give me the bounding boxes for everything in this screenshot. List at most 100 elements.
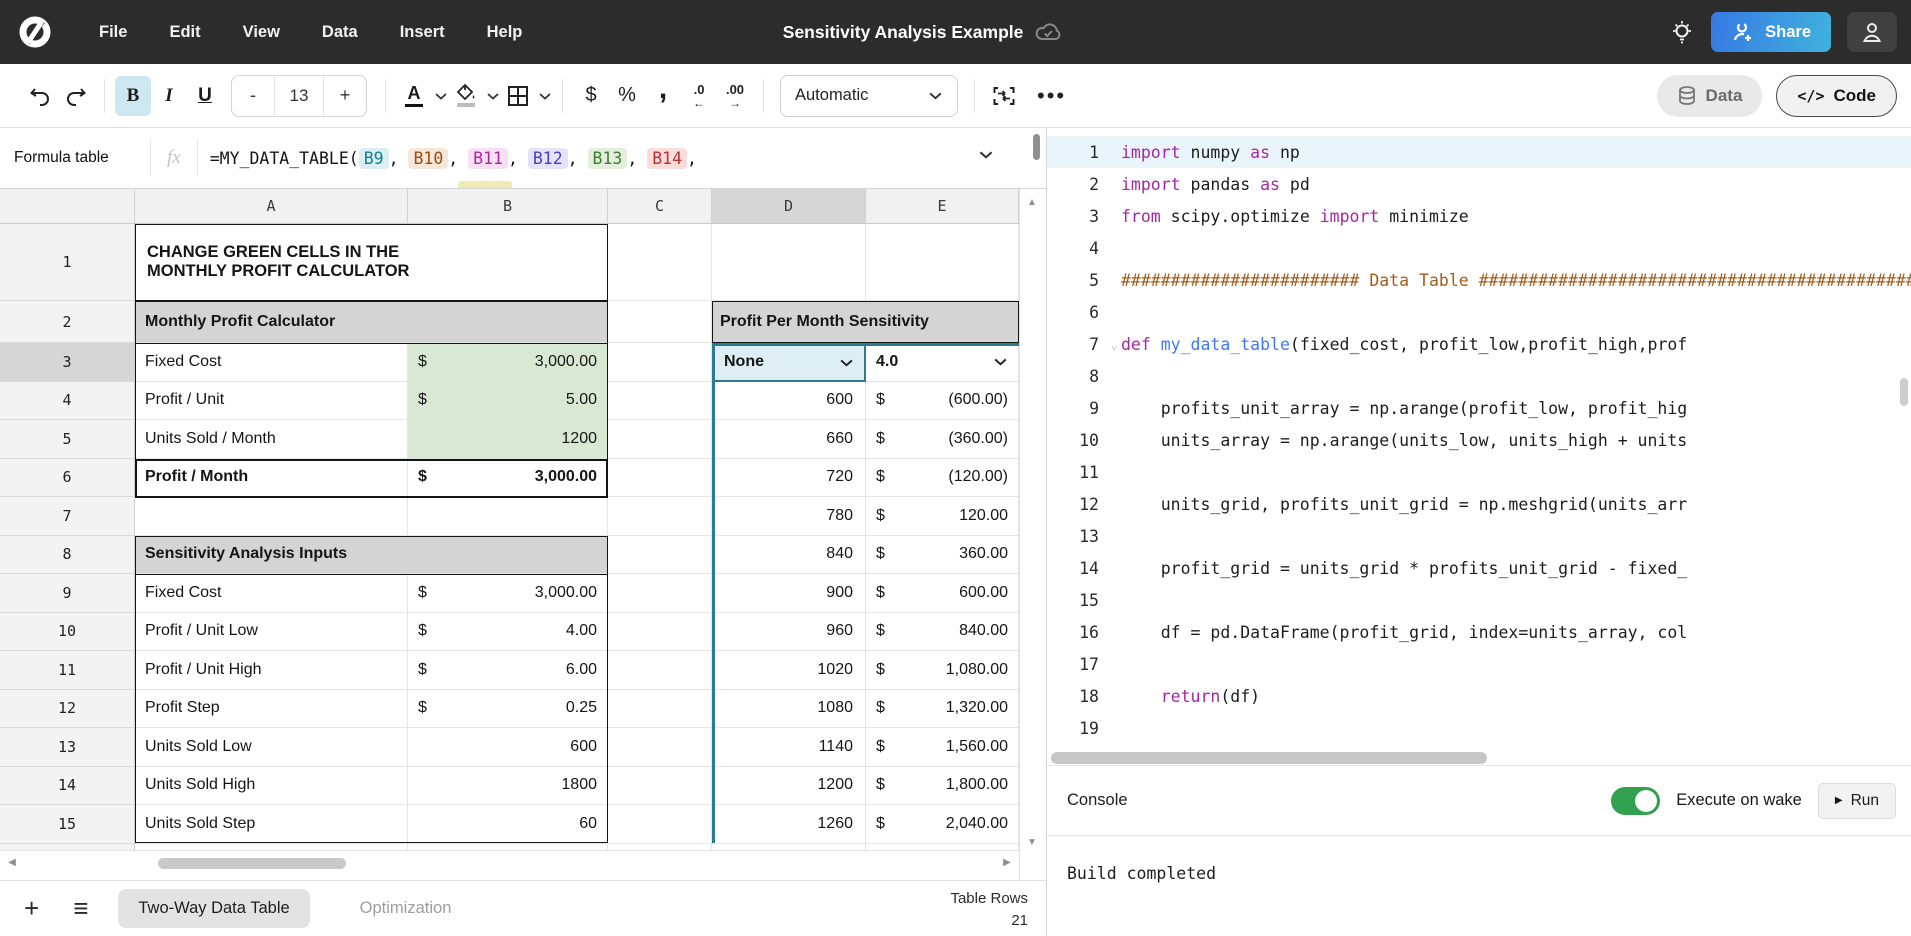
code-line[interactable]: 19 (1047, 712, 1911, 744)
redo-button[interactable] (58, 76, 94, 116)
scroll-up-icon[interactable]: ▲ (1027, 197, 1037, 208)
row-header[interactable]: 15 (0, 805, 135, 844)
code-line[interactable]: 16 df = pd.DataFrame(profit_grid, index=… (1047, 616, 1911, 648)
cell-units-value[interactable]: 660 (712, 420, 866, 459)
cell-value[interactable]: $3,000.00 (408, 574, 608, 613)
share-button[interactable]: Share (1711, 12, 1831, 52)
column-header-a[interactable]: A (135, 189, 408, 224)
cell-value[interactable]: $4.00 (408, 613, 608, 652)
sheet-tab-two-way-data-table[interactable]: Two-Way Data Table (118, 889, 309, 928)
run-button[interactable]: ▶ Run (1818, 783, 1896, 819)
cell-reference-chip[interactable]: B9 (359, 148, 389, 169)
cell-units-value[interactable]: 840 (712, 536, 866, 575)
cell-label[interactable]: Fixed Cost (135, 343, 408, 382)
cell-label[interactable]: Units Sold High (135, 767, 408, 806)
currency-format-button[interactable]: $ (573, 76, 609, 116)
row-header[interactable]: 1 (0, 224, 135, 301)
cell-value[interactable]: $3,000.00 (408, 343, 608, 382)
font-size-value[interactable]: 13 (274, 76, 324, 116)
cell-reference-chip[interactable]: B11 (468, 148, 508, 169)
font-size-decrease[interactable]: - (232, 76, 274, 116)
column-header-b[interactable]: B (408, 189, 608, 224)
cell[interactable] (608, 459, 712, 498)
row-header[interactable]: 8 (0, 536, 135, 575)
cell-profit-value[interactable]: $1,800.00 (866, 767, 1019, 806)
cell-units-value[interactable]: 600 (712, 382, 866, 421)
code-line[interactable]: 10 units_array = np.arange(units_low, un… (1047, 424, 1911, 456)
cell[interactable] (608, 613, 712, 652)
underline-button[interactable]: U (187, 76, 223, 116)
font-size-increase[interactable]: + (324, 76, 366, 116)
account-button[interactable] (1847, 12, 1897, 52)
row-header[interactable]: 9 (0, 574, 135, 613)
cell[interactable] (608, 767, 712, 806)
cell-value[interactable]: 1800 (408, 767, 608, 806)
comma-format-button[interactable]: , (645, 76, 681, 116)
cell-value[interactable] (408, 497, 608, 536)
code-line[interactable]: 6 (1047, 296, 1911, 328)
code-line[interactable]: 7˅def my_data_table(fixed_cost, profit_l… (1047, 328, 1911, 360)
cell[interactable] (866, 224, 1019, 301)
row-header[interactable]: 2 (0, 301, 135, 343)
cell-units-value[interactable]: 1260 (712, 805, 866, 844)
cell-units-value[interactable]: 1200 (712, 767, 866, 806)
cell-profit-value[interactable]: $360.00 (866, 536, 1019, 575)
cell-units-value[interactable]: 1140 (712, 728, 866, 767)
cell-profit-value[interactable]: $1,320.00 (866, 690, 1019, 729)
cell-value[interactable]: $0.25 (408, 690, 608, 729)
bold-button[interactable]: B (115, 76, 151, 116)
cell-units-value[interactable]: 1020 (712, 651, 866, 690)
cell-label[interactable]: Fixed Cost (135, 574, 408, 613)
cell[interactable] (608, 536, 712, 575)
fold-chevron-icon[interactable]: ˅ (1111, 344, 1117, 355)
sheet-horizontal-scrollbar[interactable]: ◀ ▶ (0, 850, 1019, 874)
menu-item-file[interactable]: File (99, 23, 127, 42)
row-header[interactable]: 14 (0, 767, 135, 806)
dropdown-row-variable[interactable]: None (712, 343, 866, 382)
code-line[interactable]: 13 (1047, 520, 1911, 552)
cell-label[interactable]: Profit Step (135, 690, 408, 729)
cell[interactable] (608, 301, 712, 343)
cell-label[interactable]: Units Sold / Month (135, 420, 408, 459)
cell[interactable] (608, 420, 712, 459)
number-format-select[interactable]: Automatic (780, 75, 958, 117)
cell-label[interactable]: Profit / Unit (135, 382, 408, 421)
data-panel-button[interactable]: Data (1657, 75, 1763, 117)
cell-value[interactable]: 1200 (408, 420, 608, 459)
cell-units-value[interactable]: 720 (712, 459, 866, 498)
code-editor[interactable]: 1import numpy as np2import pandas as pd3… (1047, 136, 1911, 750)
cell-value[interactable]: $5.00 (408, 382, 608, 421)
cell-units-value[interactable]: 960 (712, 613, 866, 652)
cell-profit-value[interactable]: $1,080.00 (866, 651, 1019, 690)
cell-value[interactable]: $6.00 (408, 651, 608, 690)
section-header-cell[interactable]: Sensitivity Analysis Inputs (135, 536, 608, 575)
cell-label[interactable]: Profit / Month (135, 459, 408, 498)
code-line[interactable]: 2import pandas as pd (1047, 168, 1911, 200)
name-box[interactable]: Formula table (0, 149, 150, 167)
cell-profit-value[interactable]: $1,560.00 (866, 728, 1019, 767)
chevron-down-icon[interactable] (538, 92, 552, 100)
cell-label[interactable]: Profit / Unit High (135, 651, 408, 690)
text-color-button[interactable]: A (396, 76, 432, 116)
row-header[interactable]: 10 (0, 613, 135, 652)
execute-on-wake-toggle[interactable] (1611, 787, 1660, 815)
code-line[interactable]: 8 (1047, 360, 1911, 392)
fill-color-button[interactable] (448, 76, 484, 116)
cell-label[interactable]: Profit / Unit Low (135, 613, 408, 652)
corner-header[interactable] (0, 189, 135, 224)
cell-profit-value[interactable]: $(360.00) (866, 420, 1019, 459)
cell[interactable] (712, 224, 866, 301)
cell-profit-value[interactable]: $(600.00) (866, 382, 1019, 421)
cell-profit-value[interactable]: $840.00 (866, 613, 1019, 652)
scrollbar-thumb[interactable] (158, 858, 346, 869)
cell-value[interactable]: $3,000.00 (408, 459, 608, 498)
code-line[interactable]: 9 profits_unit_array = np.arange(profit_… (1047, 392, 1911, 424)
menu-item-edit[interactable]: Edit (169, 23, 200, 42)
code-line[interactable]: 5######################## Data Table ###… (1047, 264, 1911, 296)
cell[interactable] (608, 382, 712, 421)
increase-decimals-button[interactable]: .00→ (717, 76, 753, 116)
cell-value[interactable]: 600 (408, 728, 608, 767)
cell[interactable] (608, 224, 712, 301)
sheet-tab-optimization[interactable]: Optimization (340, 889, 472, 928)
quadratic-logo-icon[interactable] (18, 15, 52, 49)
